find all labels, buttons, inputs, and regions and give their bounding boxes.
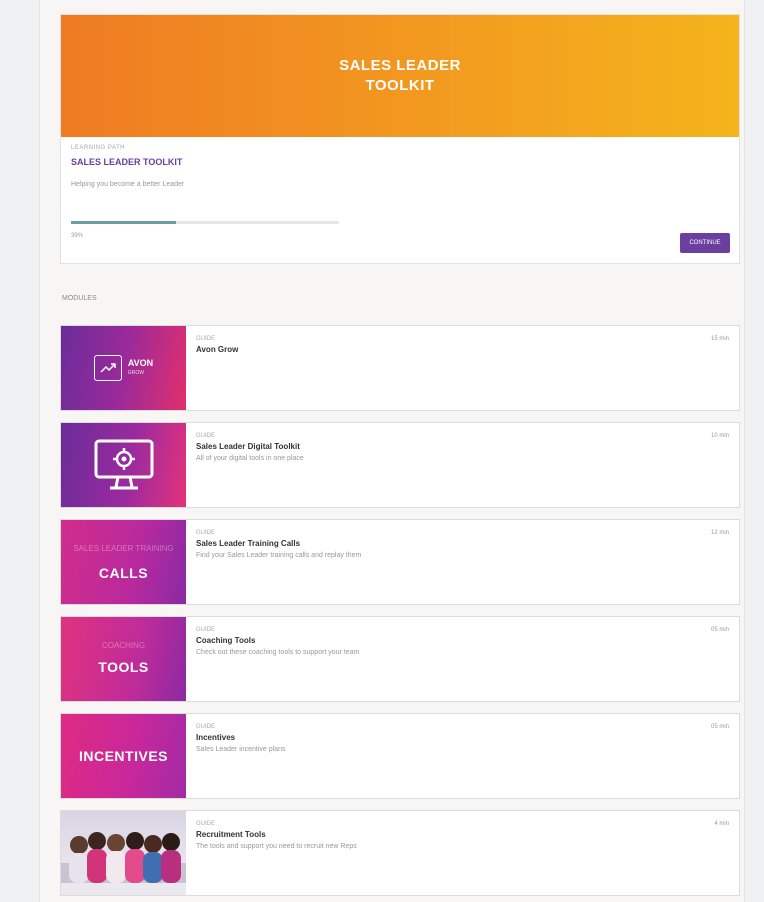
card-type: GUIDE <box>196 821 216 827</box>
monitor-gear-icon <box>94 439 153 490</box>
thumb-word: CALLS <box>98 565 149 581</box>
card-description: Check out these coaching tools to suppor… <box>196 649 360 656</box>
thumb-word: INCENTIVES <box>78 748 168 764</box>
thumb-ghost-text: SALES LEADER TRAINING <box>73 544 174 553</box>
thumbnail[interactable]: INCENTIVES <box>61 714 186 798</box>
learning-path-card: SALES LEADER TOOLKIT LEARNING PATH SALES… <box>60 14 740 264</box>
chart-arrow-icon <box>93 355 122 381</box>
card-duration: 12 min <box>710 530 729 536</box>
hero-eyebrow: LEARNING PATH <box>71 145 125 151</box>
module-card-digital-toolkit[interactable]: GUIDE Sales Leader Digital Toolkit All o… <box>60 422 740 508</box>
banner-title-line1: SALES LEADER <box>339 57 461 74</box>
card-body: GUIDE Recruitment Tools The tools and su… <box>186 811 739 895</box>
thumbnail[interactable] <box>61 811 186 895</box>
module-card-training-calls[interactable]: SALES LEADER TRAINING CALLS GUIDE Sales … <box>60 519 740 605</box>
thumbnail[interactable]: COACHING TOOLS <box>61 617 186 701</box>
card-title[interactable]: Sales Leader Training Calls <box>196 539 729 548</box>
module-card-coaching-tools[interactable]: COACHING TOOLS GUIDE Coaching Tools Chec… <box>60 616 740 702</box>
team-photo <box>61 832 186 895</box>
card-duration: 05 min <box>710 724 729 730</box>
card-title[interactable]: Sales Leader Digital Toolkit <box>196 442 729 451</box>
progress-text: 39% <box>71 233 84 239</box>
card-title[interactable]: Recruitment Tools <box>196 830 729 839</box>
card-type: GUIDE <box>196 530 216 536</box>
section-label: MODULES <box>62 295 97 302</box>
card-title[interactable]: Avon Grow <box>196 345 729 354</box>
thumb-word: AVON <box>127 358 154 368</box>
hero-banner[interactable]: SALES LEADER TOOLKIT <box>61 15 739 137</box>
card-duration: 10 min <box>710 433 729 439</box>
module-card-recruitment-tools[interactable]: GUIDE Recruitment Tools The tools and su… <box>60 810 740 896</box>
card-type: GUIDE <box>196 433 216 439</box>
card-duration: 15 min <box>710 336 729 342</box>
module-card-avon-grow[interactable]: AVON GROW GUIDE Avon Grow 15 min <box>60 325 740 411</box>
thumb-ghost-text: COACHING <box>101 641 146 650</box>
card-description: The tools and support you need to recrui… <box>196 843 357 850</box>
thumb-sub: GROW <box>127 370 144 376</box>
progress-fill <box>71 221 176 224</box>
module-card-incentives[interactable]: INCENTIVES GUIDE Incentives Sales Leader… <box>60 713 740 799</box>
card-description: All of your digital tools in one place <box>196 455 304 462</box>
thumbnail[interactable]: AVON GROW <box>61 326 186 410</box>
card-body: GUIDE Avon Grow 15 min <box>186 326 739 410</box>
card-title[interactable]: Incentives <box>196 733 729 742</box>
thumb-word: TOOLS <box>98 659 149 675</box>
hero-details: LEARNING PATH SALES LEADER TOOLKIT Helpi… <box>61 137 739 263</box>
card-description: Sales Leader incentive plans <box>196 746 286 753</box>
thumbnail[interactable] <box>61 423 186 507</box>
banner-title-line2: TOOLKIT <box>365 77 435 94</box>
continue-button[interactable]: CONTINUE <box>680 233 730 253</box>
card-body: GUIDE Incentives Sales Leader incentive … <box>186 714 739 798</box>
hero-title[interactable]: SALES LEADER TOOLKIT <box>71 157 729 167</box>
thumbnail[interactable]: SALES LEADER TRAINING CALLS <box>61 520 186 604</box>
toolkit-page: SALES LEADER TOOLKIT LEARNING PATH SALES… <box>40 0 744 902</box>
card-body: GUIDE Sales Leader Training Calls Find y… <box>186 520 739 604</box>
card-body: GUIDE Coaching Tools Check out these coa… <box>186 617 739 701</box>
card-title[interactable]: Coaching Tools <box>196 636 729 645</box>
card-duration: 4 min <box>714 821 729 827</box>
card-body: GUIDE Sales Leader Digital Toolkit All o… <box>186 423 739 507</box>
card-type: GUIDE <box>196 627 216 633</box>
hero-subtitle: Helping you become a better Leader <box>71 181 185 188</box>
progress-bar <box>71 221 339 224</box>
card-type: GUIDE <box>196 724 216 730</box>
card-description: Find your Sales Leader training calls an… <box>196 552 362 559</box>
card-type: GUIDE <box>196 336 216 342</box>
card-duration: 05 min <box>710 627 729 633</box>
